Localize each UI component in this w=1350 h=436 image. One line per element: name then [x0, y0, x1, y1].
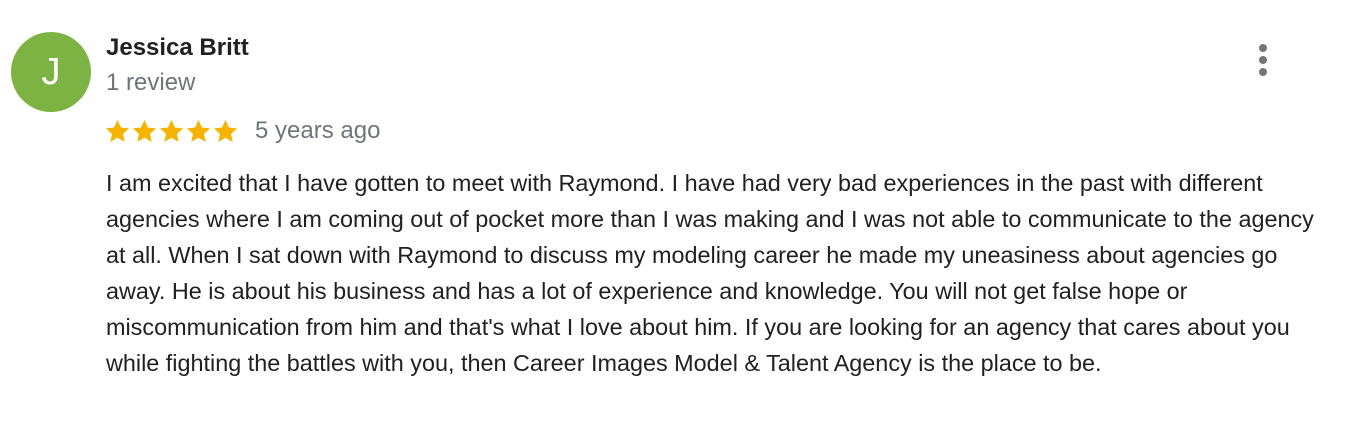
avatar-initial: J — [41, 50, 61, 93]
rating-row: 5 years ago — [104, 114, 380, 148]
star-icon — [213, 119, 238, 142]
author-review-count[interactable]: 1 review — [106, 68, 195, 98]
review-card: J Jessica Britt 1 review 5 years ago I a… — [0, 0, 1350, 436]
star-icon — [132, 119, 157, 142]
more-vert-icon-dot — [1259, 68, 1267, 76]
review-timestamp: 5 years ago — [255, 117, 381, 144]
avatar[interactable]: J — [11, 32, 91, 112]
more-options-button[interactable] — [1248, 40, 1278, 80]
review-text: I am excited that I have gotten to meet … — [106, 170, 1314, 376]
author-name[interactable]: Jessica Britt — [106, 33, 249, 63]
more-vert-icon — [1259, 44, 1267, 52]
star-icon — [159, 119, 184, 142]
more-vert-icon-dot — [1259, 56, 1267, 64]
star-rating — [104, 118, 239, 145]
star-icon — [105, 119, 130, 142]
star-icon — [186, 119, 211, 142]
